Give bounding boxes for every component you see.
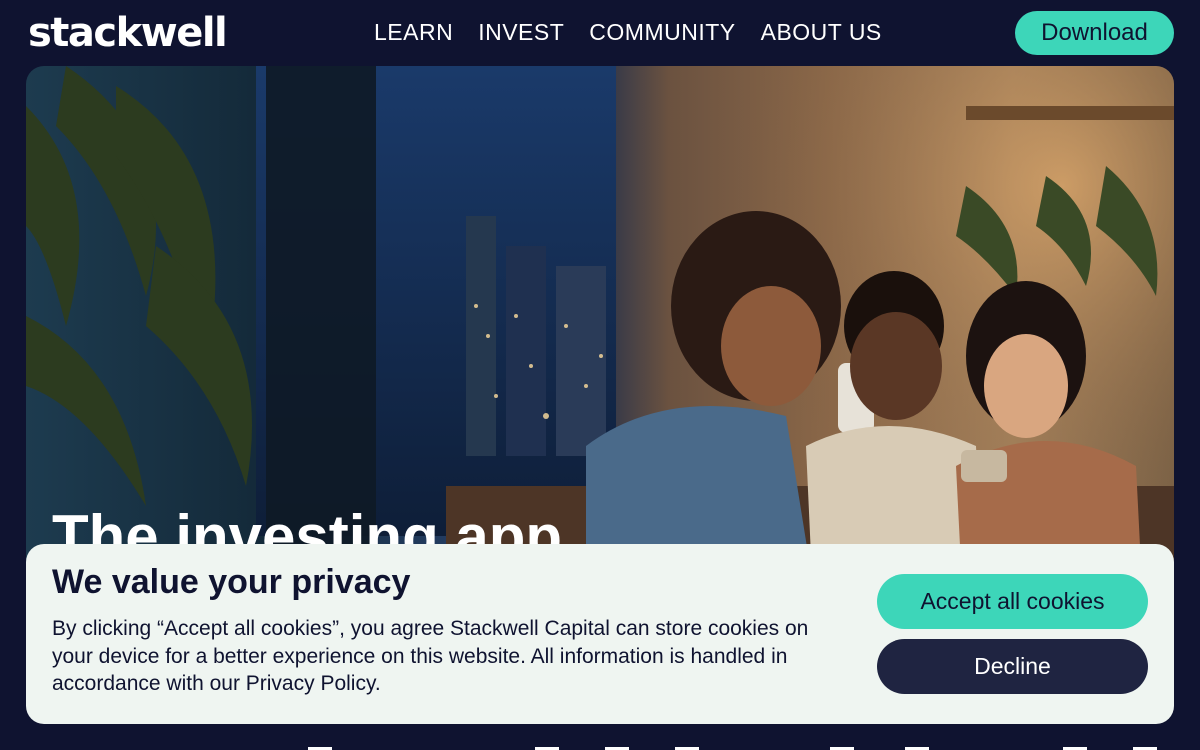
nav-learn[interactable]: LEARN	[374, 18, 453, 46]
site-header: stackwell LEARN INVEST COMMUNITY ABOUT U…	[0, 0, 1200, 66]
stackwell-logo[interactable]: stackwell	[28, 10, 228, 56]
nav-invest[interactable]: INVEST	[478, 18, 564, 46]
download-button[interactable]: Download	[1015, 11, 1174, 55]
plant-left	[26, 66, 252, 506]
cookie-banner-title: We value your privacy	[52, 563, 411, 601]
below-fold-content	[0, 724, 1200, 750]
accept-all-cookies-button[interactable]: Accept all cookies	[877, 574, 1148, 629]
decline-cookies-button[interactable]: Decline	[877, 639, 1148, 694]
cookie-banner: We value your privacy By clicking “Accep…	[26, 544, 1174, 724]
main-nav: LEARN INVEST COMMUNITY ABOUT US	[374, 18, 882, 46]
cookie-banner-text: By clicking “Accept all cookies”, you ag…	[52, 617, 809, 695]
nav-about-us[interactable]: ABOUT US	[761, 18, 882, 46]
nav-community[interactable]: COMMUNITY	[589, 18, 735, 46]
